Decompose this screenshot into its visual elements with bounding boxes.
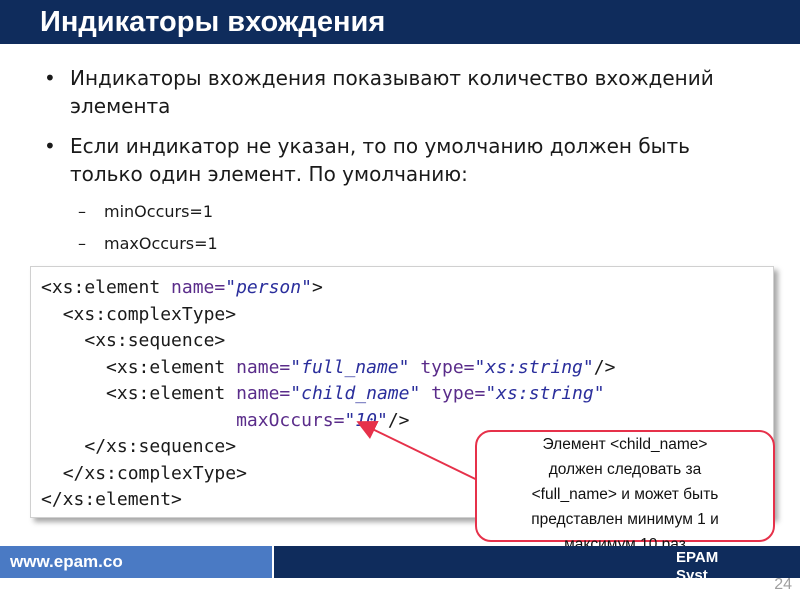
page-number: 24	[774, 576, 792, 593]
footer-brand: EPAM Syst	[676, 549, 719, 578]
code-line-1: <xs:element name="person">	[41, 277, 323, 298]
bullet-item: • Индикаторы вхождения показывают количе…	[40, 64, 760, 120]
bullet-text: Если индикатор не указан, то по умолчани…	[70, 134, 690, 186]
bullet-text: Индикаторы вхождения показывают количест…	[70, 66, 714, 118]
sub-bullet-item: – maxOccurs=1	[78, 232, 218, 256]
bullet-list: • Индикаторы вхождения показывают количе…	[40, 64, 760, 200]
bullet-item: • Если индикатор не указан, то по умолча…	[40, 132, 760, 188]
callout-box: Элемент <child_name> должен следовать за…	[475, 430, 775, 553]
code-line-8: </xs:complexType>	[62, 462, 247, 484]
sub-bullet-list: – minOccurs=1 – maxOccurs=1	[78, 200, 218, 264]
code-line-7: </xs:sequence>	[84, 436, 237, 457]
callout-text: Элемент <child_name> должен следовать за…	[531, 436, 719, 553]
code-line-9: </xs:element>	[41, 489, 182, 510]
sub-bullet-dash: –	[78, 202, 86, 221]
code-line-3: <xs:sequence>	[84, 330, 226, 351]
code-line-5: <xs:element name="child_name" type="xs:s…	[106, 383, 605, 404]
footer-url: www.epam.co	[10, 552, 123, 571]
code-line-6: maxOccurs="10"/>	[236, 409, 410, 431]
code-line-4: <xs:element name="full_name" type="xs:st…	[106, 356, 616, 378]
slide-title: Индикаторы вхождения	[40, 6, 386, 38]
bullet-dot: •	[44, 134, 56, 158]
footer: www.epam.co EPAM Syst	[0, 546, 800, 578]
code-line-2: <xs:complexType>	[62, 303, 237, 325]
sub-bullet-text: minOccurs=1	[104, 202, 213, 221]
sub-bullet-item: – minOccurs=1	[78, 200, 218, 224]
footer-left-band: www.epam.co	[0, 546, 272, 578]
sub-bullet-dash: –	[78, 234, 86, 253]
title-bar: Индикаторы вхождения	[0, 0, 800, 44]
sub-bullet-text: maxOccurs=1	[104, 234, 218, 253]
bullet-dot: •	[44, 66, 56, 90]
footer-brand-band: EPAM Syst	[668, 546, 800, 578]
footer-mid-band	[274, 546, 668, 578]
